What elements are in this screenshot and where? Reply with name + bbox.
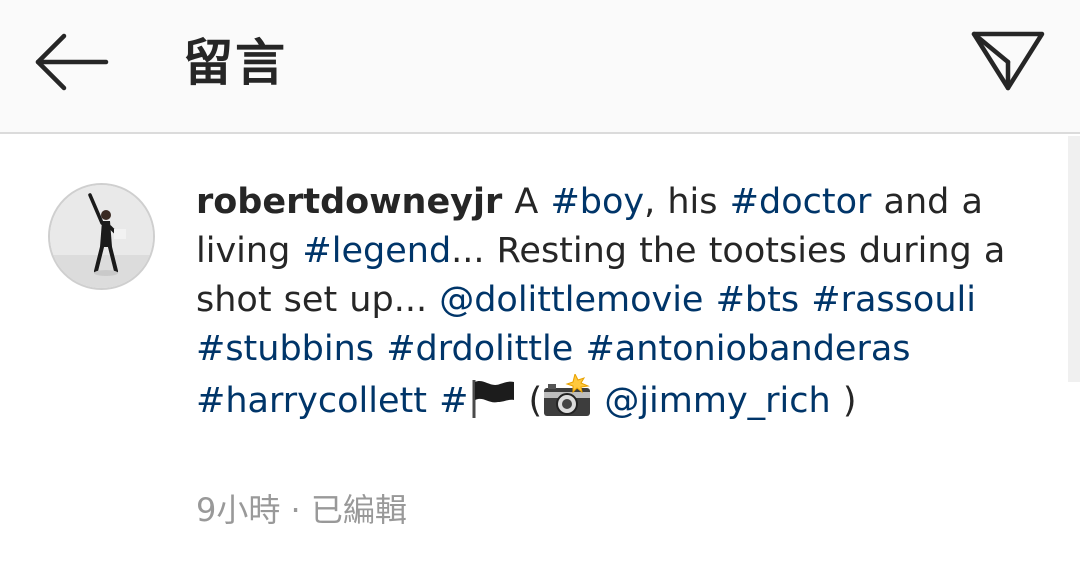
top-bar: 留言 [0, 0, 1080, 134]
meta-separator: · [280, 491, 311, 529]
page-title: 留言 [183, 34, 287, 92]
hashtag-link[interactable]: #bts [716, 280, 800, 320]
camera-flash-icon [542, 372, 592, 432]
caption-space [374, 329, 386, 369]
caption-space [592, 381, 604, 421]
hashtag-link[interactable]: #legend [302, 231, 451, 271]
caption-text: A [502, 182, 551, 222]
hashtag-link[interactable]: #boy [550, 182, 644, 222]
timestamp: 9小時 [196, 491, 281, 529]
caption-space [573, 329, 585, 369]
comment-meta: 9小時 · 已編輯 [196, 488, 407, 532]
hashtag-link[interactable]: # [439, 381, 468, 421]
profile-photo [50, 185, 153, 288]
caption-space [427, 381, 439, 421]
hashtag-link[interactable]: #rassouli [811, 280, 976, 320]
hashtag-link[interactable]: #antoniobanderas [585, 329, 910, 369]
caption-text: , his [644, 182, 730, 222]
scrollbar[interactable] [1068, 136, 1080, 382]
hashtag-link[interactable]: #stubbins [196, 329, 374, 369]
hashtag-link[interactable]: #harrycollett [196, 381, 427, 421]
comment-text: robertdowneyjr A #boy, his #doctor and a… [196, 178, 1056, 432]
hashtag-link[interactable]: #doctor [730, 182, 872, 222]
share-button[interactable] [960, 18, 1056, 106]
caption-space [799, 280, 811, 320]
caption-text: ( [516, 381, 543, 421]
avatar[interactable] [48, 183, 155, 290]
back-arrow-icon [35, 33, 109, 91]
hashtag-link[interactable]: #drdolittle [386, 329, 573, 369]
caption-text: ) [830, 381, 857, 421]
edited-label: 已編輯 [310, 491, 407, 529]
caption-space [703, 280, 715, 320]
flag-icon[interactable] [468, 378, 516, 432]
back-button[interactable] [24, 20, 120, 104]
send-icon [971, 31, 1045, 91]
mention-link[interactable]: @dolittlemovie [439, 280, 703, 320]
username-link[interactable]: robertdowneyjr [196, 182, 502, 222]
mention-link[interactable]: @jimmy_rich [604, 381, 830, 421]
